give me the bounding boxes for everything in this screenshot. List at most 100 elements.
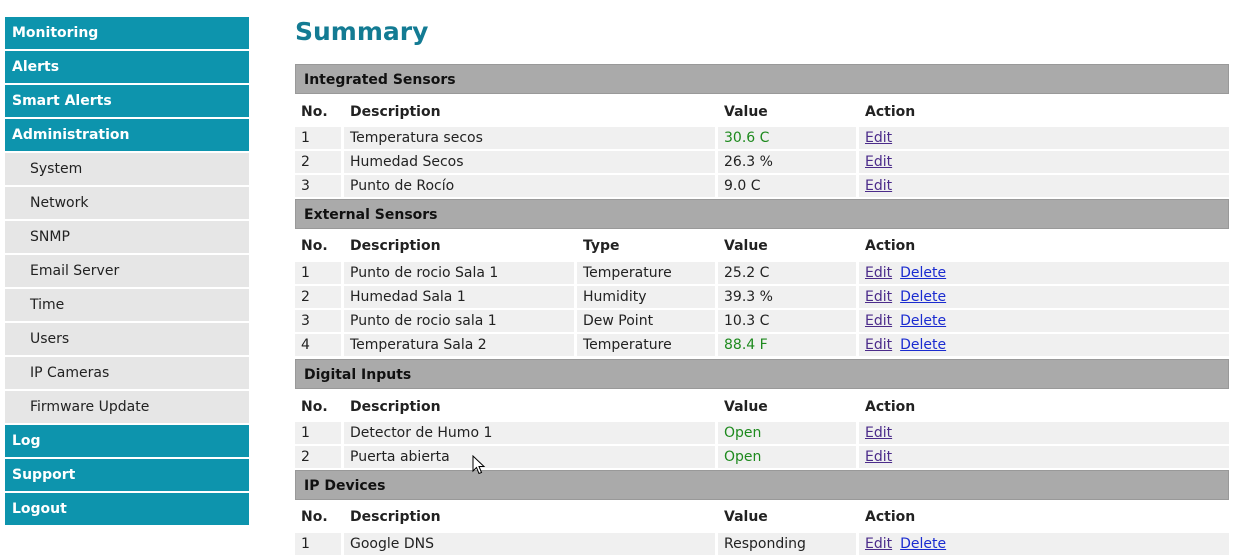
row-value: 88.4 F xyxy=(718,334,856,356)
edit-link[interactable]: Edit xyxy=(865,337,892,353)
edit-link[interactable]: Edit xyxy=(865,154,892,170)
table-row: 1 Temperatura secos 30.6 C Edit xyxy=(295,127,1229,151)
column-header-action: Action xyxy=(865,104,916,120)
sidebar-item-log[interactable]: Log xyxy=(5,425,249,457)
sidebar-item-system[interactable]: System xyxy=(5,153,249,185)
edit-link[interactable]: Edit xyxy=(865,265,892,281)
table-row: 1 Google DNS Responding Edit Delete xyxy=(295,533,1229,557)
sidebar-item-firmware-update[interactable]: Firmware Update xyxy=(5,391,249,423)
column-header-action: Action xyxy=(865,399,916,415)
table-header-digital-inputs: No. Description Value Action xyxy=(295,392,1229,422)
section-header-digital-inputs: Digital Inputs xyxy=(295,359,1229,389)
column-header-action: Action xyxy=(865,238,916,254)
row-description: Humedad Sala 1 xyxy=(344,286,574,308)
table-row: 2 Puerta abierta Open Edit xyxy=(295,446,1229,470)
sidebar-item-logout[interactable]: Logout xyxy=(5,493,249,525)
row-description: Punto de rocio sala 1 xyxy=(344,310,574,332)
column-header-no: No. xyxy=(301,104,328,120)
column-header-description: Description xyxy=(350,509,441,525)
section-header-ip-devices: IP Devices xyxy=(295,470,1229,500)
row-type: Temperature xyxy=(577,334,715,356)
edit-link[interactable]: Edit xyxy=(865,289,892,305)
edit-link[interactable]: Edit xyxy=(865,425,892,441)
table-header-external-sensors: No. Description Type Value Action xyxy=(295,231,1229,261)
column-header-value: Value xyxy=(724,238,768,254)
table-row: 3 Punto de Rocío 9.0 C Edit xyxy=(295,175,1229,199)
row-actions: Edit Delete xyxy=(859,533,1229,555)
row-no: 3 xyxy=(295,310,341,332)
row-no: 3 xyxy=(295,175,341,197)
row-no: 2 xyxy=(295,446,341,468)
row-actions: Edit Delete xyxy=(859,286,1229,308)
column-header-description: Description xyxy=(350,104,441,120)
section-header-integrated-sensors: Integrated Sensors xyxy=(295,64,1229,94)
table-row: 4 Temperatura Sala 2 Temperature 88.4 F … xyxy=(295,334,1229,358)
row-no: 1 xyxy=(295,533,341,555)
column-header-description: Description xyxy=(350,399,441,415)
delete-link[interactable]: Delete xyxy=(900,289,946,305)
mouse-pointer-icon xyxy=(472,455,486,475)
row-value: 26.3 % xyxy=(718,151,856,173)
row-value: 25.2 C xyxy=(718,262,856,284)
row-description: Temperatura secos xyxy=(344,127,715,149)
table-header-ip-devices: No. Description Value Action xyxy=(295,502,1229,532)
column-header-no: No. xyxy=(301,509,328,525)
row-actions: Edit xyxy=(859,127,1229,149)
edit-link[interactable]: Edit xyxy=(865,313,892,329)
row-no: 2 xyxy=(295,151,341,173)
column-header-no: No. xyxy=(301,238,328,254)
sidebar: Monitoring Alerts Smart Alerts Administr… xyxy=(5,17,249,527)
sidebar-item-alerts[interactable]: Alerts xyxy=(5,51,249,83)
row-type: Humidity xyxy=(577,286,715,308)
row-value: Responding xyxy=(718,533,856,555)
sidebar-item-monitoring[interactable]: Monitoring xyxy=(5,17,249,49)
row-description: Detector de Humo 1 xyxy=(344,422,715,444)
edit-link[interactable]: Edit xyxy=(865,449,892,465)
column-header-description: Description xyxy=(350,238,441,254)
row-no: 1 xyxy=(295,127,341,149)
row-actions: Edit xyxy=(859,151,1229,173)
table-row: 2 Humedad Secos 26.3 % Edit xyxy=(295,151,1229,175)
column-header-value: Value xyxy=(724,399,768,415)
sidebar-item-ip-cameras[interactable]: IP Cameras xyxy=(5,357,249,389)
delete-link[interactable]: Delete xyxy=(900,265,946,281)
table-row: 2 Humedad Sala 1 Humidity 39.3 % Edit Del… xyxy=(295,286,1229,310)
edit-link[interactable]: Edit xyxy=(865,178,892,194)
table-row: 1 Detector de Humo 1 Open Edit xyxy=(295,422,1229,446)
sidebar-item-snmp[interactable]: SNMP xyxy=(5,221,249,253)
edit-link[interactable]: Edit xyxy=(865,536,892,552)
section-header-external-sensors: External Sensors xyxy=(295,199,1229,229)
column-header-type: Type xyxy=(583,238,620,254)
row-no: 4 xyxy=(295,334,341,356)
column-header-value: Value xyxy=(724,509,768,525)
delete-link[interactable]: Delete xyxy=(900,337,946,353)
row-value: 9.0 C xyxy=(718,175,856,197)
sidebar-item-time[interactable]: Time xyxy=(5,289,249,321)
delete-link[interactable]: Delete xyxy=(900,313,946,329)
row-description: Puerta abierta xyxy=(344,446,715,468)
row-actions: Edit Delete xyxy=(859,310,1229,332)
row-description: Punto de rocio Sala 1 xyxy=(344,262,574,284)
row-description: Humedad Secos xyxy=(344,151,715,173)
table-row: 1 Punto de rocio Sala 1 Temperature 25.2… xyxy=(295,262,1229,286)
sidebar-item-email-server[interactable]: Email Server xyxy=(5,255,249,287)
row-value: Open xyxy=(718,422,856,444)
sidebar-item-administration[interactable]: Administration xyxy=(5,119,249,151)
row-actions: Edit xyxy=(859,175,1229,197)
sidebar-item-smart-alerts[interactable]: Smart Alerts xyxy=(5,85,249,117)
row-value: 39.3 % xyxy=(718,286,856,308)
delete-link[interactable]: Delete xyxy=(900,536,946,552)
table-row: 3 Punto de rocio sala 1 Dew Point 10.3 C… xyxy=(295,310,1229,334)
row-actions: Edit Delete xyxy=(859,262,1229,284)
edit-link[interactable]: Edit xyxy=(865,130,892,146)
sidebar-item-network[interactable]: Network xyxy=(5,187,249,219)
row-actions: Edit Delete xyxy=(859,334,1229,356)
sidebar-item-users[interactable]: Users xyxy=(5,323,249,355)
column-header-no: No. xyxy=(301,399,328,415)
sidebar-item-support[interactable]: Support xyxy=(5,459,249,491)
table-header-integrated-sensors: No. Description Value Action xyxy=(295,97,1229,127)
row-value: Open xyxy=(718,446,856,468)
row-actions: Edit xyxy=(859,422,1229,444)
row-value: 30.6 C xyxy=(718,127,856,149)
column-header-action: Action xyxy=(865,509,916,525)
